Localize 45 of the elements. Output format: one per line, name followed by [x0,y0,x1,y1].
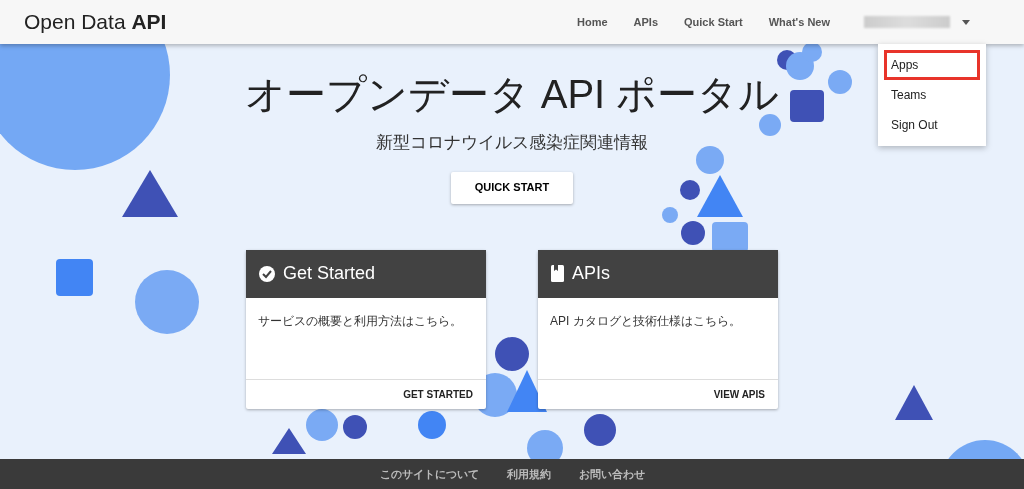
card-title: Get Started [283,262,376,285]
nav-link[interactable]: Home [577,13,608,31]
decorative-circle [584,414,616,446]
card-description: API カタログと技術仕様はこちら。 [550,313,741,328]
decorative-triangle [697,175,743,217]
decorative-circle [662,207,678,223]
card-description: サービスの概要と利用方法はこちら。 [258,313,462,328]
menu-item[interactable]: Apps [884,50,980,80]
footer-link[interactable]: お問い合わせ [578,465,645,483]
card-title: APIs [572,262,610,285]
footer-link[interactable]: 利用規約 [506,465,551,483]
decorative-circle [495,337,529,371]
nav-link[interactable]: Quick Start [684,13,743,31]
decorative-square [712,222,748,252]
decorative-circle [135,270,199,334]
decorative-circle [802,42,822,62]
quick-start-button[interactable]: QUICK START [451,171,573,204]
decorative-square [790,90,824,122]
decorative-circle [418,411,446,439]
footer-link[interactable]: このサイトについて [379,465,479,483]
menu-item[interactable]: Sign Out [884,110,980,140]
card-action-link[interactable]: VIEW APIS [713,386,765,402]
decorative-circle [681,221,705,245]
decorative-triangle [507,370,547,412]
site-logo[interactable]: Open Data API [24,6,167,38]
hero-title: オープンデータ API ポータル [244,74,780,114]
decorative-circle [759,114,781,136]
nav-link[interactable]: APIs [633,13,658,31]
hero-subtitle: 新型コロナウイルス感染症関連情報 [376,132,648,154]
decorative-circle [343,415,367,439]
menu-item[interactable]: Teams [884,80,980,110]
card-action-link[interactable]: GET STARTED [403,386,473,402]
decorative-circle [696,146,724,174]
decorative-triangle [895,385,933,420]
decorative-triangle [122,170,178,217]
caret-icon[interactable] [962,19,970,25]
decorative-circle [680,180,700,200]
decorative-square [56,259,93,296]
check-circle-icon [259,265,275,282]
decorative-circle [786,52,814,80]
decorative-circle [828,70,852,94]
decorative-triangle [272,428,306,454]
nav-link[interactable]: What's New [768,13,830,31]
book-icon [551,265,564,282]
decorative-circle [306,409,338,441]
